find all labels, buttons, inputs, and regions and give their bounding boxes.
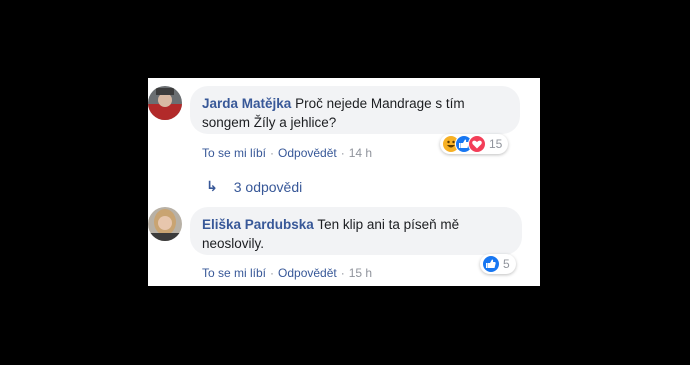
view-replies-link[interactable]: ↳ 3 odpovědi xyxy=(206,178,302,195)
comment-actions: To se mi líbí · Odpovědět · 14 h xyxy=(202,146,372,160)
reaction-summary[interactable]: 15 xyxy=(440,134,509,154)
avatar[interactable] xyxy=(148,86,182,120)
comment-actions: To se mi líbí · Odpovědět · 15 h xyxy=(202,266,372,280)
comment-time[interactable]: 14 h xyxy=(349,146,372,160)
comment-author[interactable]: Jarda Matějka xyxy=(202,96,291,111)
like-icon xyxy=(482,255,500,273)
reaction-summary[interactable]: 5 xyxy=(480,254,516,274)
separator: · xyxy=(270,266,275,280)
like-link[interactable]: To se mi líbí xyxy=(202,266,266,280)
like-link[interactable]: To se mi líbí xyxy=(202,146,266,160)
reply-link[interactable]: Odpovědět xyxy=(278,146,337,160)
separator: · xyxy=(270,146,275,160)
comment-bubble: Eliška Pardubska Ten klip ani ta píseň m… xyxy=(190,207,522,255)
separator: · xyxy=(340,146,345,160)
comment-panel: Jarda Matějka Proč nejede Mandrage s tím… xyxy=(148,78,540,286)
comment-time[interactable]: 15 h xyxy=(349,266,372,280)
reaction-count: 15 xyxy=(489,137,503,151)
replies-count[interactable]: 3 odpovědi xyxy=(234,179,303,195)
comment-author[interactable]: Eliška Pardubska xyxy=(202,217,314,232)
separator: · xyxy=(340,266,345,280)
avatar[interactable] xyxy=(148,207,182,241)
reply-link[interactable]: Odpovědět xyxy=(278,266,337,280)
reaction-count: 5 xyxy=(503,257,510,271)
comment-bubble: Jarda Matějka Proč nejede Mandrage s tím… xyxy=(190,86,520,134)
love-icon xyxy=(468,135,486,153)
reply-arrow-icon: ↳ xyxy=(206,178,218,194)
